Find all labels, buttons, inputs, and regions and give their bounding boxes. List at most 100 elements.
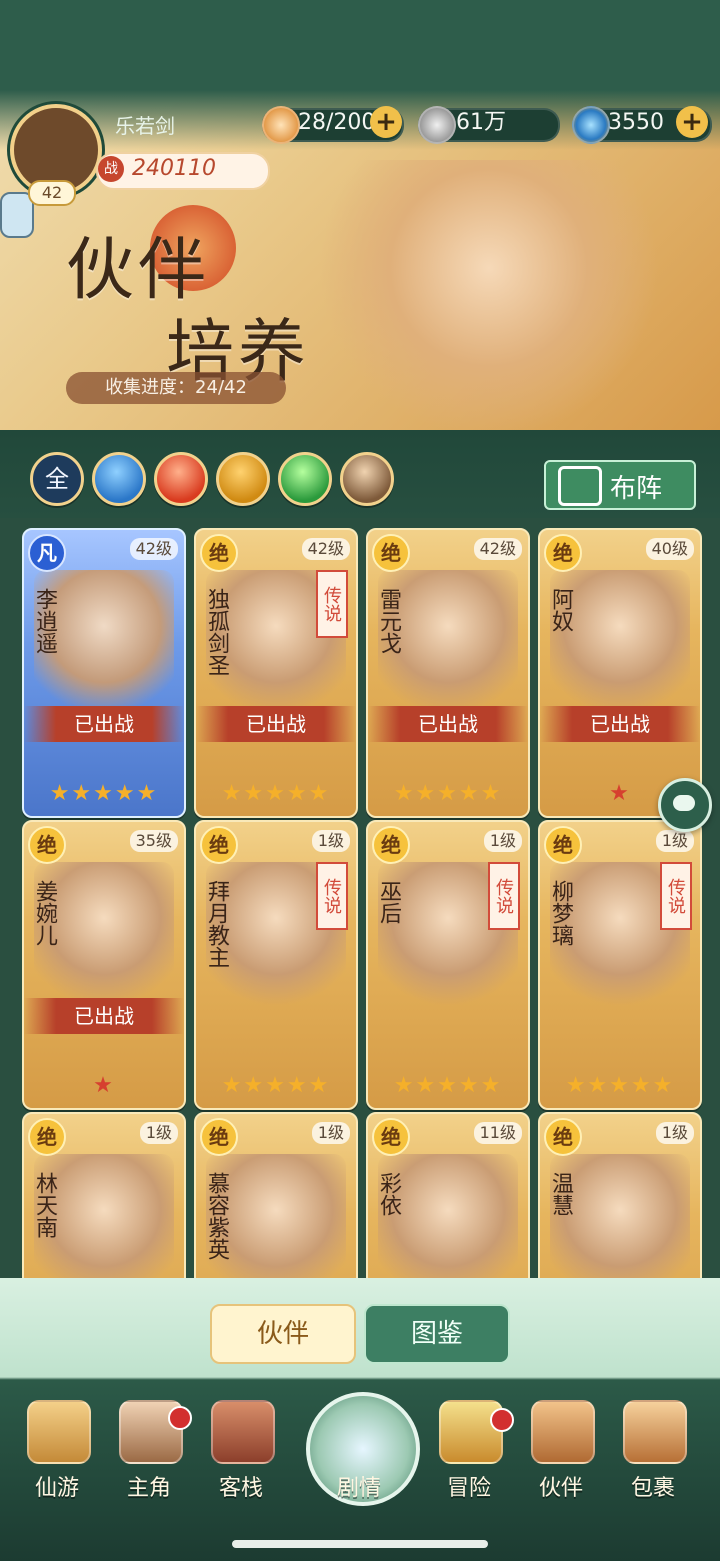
star-rating: ★★★★★ (221, 1073, 331, 1098)
player-name: 乐若剑 (115, 114, 175, 138)
collection-progress: 收集进度：24/42 (66, 372, 286, 404)
game-screen: { "player": { "name": "乐若剑", "level": "4… (0, 0, 720, 1561)
combat-power-value: 240110 (132, 156, 216, 181)
thunder-filter-icon[interactable] (216, 452, 270, 506)
companion-name: 独孤剑圣 (204, 588, 229, 676)
nav-label: 剧情 (336, 1476, 381, 1501)
rank-badge: 绝 (372, 534, 410, 572)
nav-item-companions[interactable]: 伙伴 (518, 1400, 604, 1510)
wind-filter-icon[interactable] (278, 452, 332, 506)
nav-item-inn[interactable]: 客栈 (198, 1400, 284, 1510)
companion-name: 柳梦璃 (548, 880, 573, 946)
companion-name: 雷元戈 (376, 588, 401, 654)
rank-badge: 绝 (200, 826, 238, 864)
add-stamina-button[interactable]: + (370, 106, 402, 138)
rank-badge: 绝 (200, 1118, 238, 1156)
nav-label: 冒险 (446, 1476, 491, 1501)
formation-label: 布阵 (610, 474, 663, 504)
companion-level: 42级 (301, 538, 350, 560)
star-rating: ★★★★★ (49, 781, 159, 806)
companion-card[interactable]: 绝 42级 雷元戈 已出战 ★★★★★ (366, 528, 530, 818)
companion-name: 姜婉儿 (32, 880, 57, 946)
jade-currency-icon (572, 106, 610, 144)
nav-item-story[interactable]: 剧情 (316, 1400, 402, 1510)
companion-name: 拜月教主 (204, 880, 229, 968)
legend-tag: 传说 (316, 570, 348, 638)
player-level: 42 (28, 180, 76, 206)
filter-all-button[interactable]: 全 (30, 452, 84, 506)
nav-label: 伙伴 (538, 1476, 583, 1501)
companion-card[interactable]: 绝 1级 巫后 传说 ★★★★★ (366, 820, 530, 1110)
companion-level: 40级 (645, 538, 694, 560)
star-rating: ★★★★★ (393, 781, 503, 806)
companion-name: 阿奴 (548, 588, 573, 632)
legend-tag: 传说 (488, 862, 520, 930)
nav-item-hero[interactable]: 主角 (106, 1400, 192, 1510)
companion-name: 慕容紫英 (204, 1172, 229, 1260)
rank-badge: 绝 (544, 826, 582, 864)
nav-label: 仙游 (34, 1476, 79, 1501)
nav-label: 客栈 (218, 1476, 263, 1501)
tab-companions[interactable]: 伙伴 (210, 1304, 356, 1364)
companion-level: 42级 (473, 538, 522, 560)
companion-card[interactable]: 凡 42级 李逍遥 已出战 ★★★★★ (22, 528, 186, 818)
companion-level: 1级 (655, 830, 694, 852)
rank-badge: 绝 (372, 1118, 410, 1156)
companion-card[interactable]: 绝 40级 阿奴 已出战 ★ (538, 528, 702, 818)
nav-item-xianyou[interactable]: 仙游 (14, 1400, 100, 1510)
companion-card[interactable]: 绝 35级 姜婉儿 已出战 ★ (22, 820, 186, 1110)
rank-badge: 绝 (28, 1118, 66, 1156)
companion-name: 温慧 (548, 1172, 573, 1216)
stamina-value: 28/200 (298, 110, 376, 135)
nav-label: 主角 (126, 1476, 171, 1501)
inn-icon (211, 1400, 275, 1464)
legend-tag: 传说 (316, 862, 348, 930)
notification-dot-icon (490, 1408, 514, 1432)
nav-item-adventure[interactable]: 冒险 (426, 1400, 514, 1510)
featured-companion-art (300, 160, 720, 430)
earth-filter-icon[interactable] (340, 452, 394, 506)
companion-card[interactable]: 绝 42级 独孤剑圣 传说 已出战 ★★★★★ (194, 528, 358, 818)
water-filter-icon[interactable] (92, 452, 146, 506)
companion-level: 42级 (129, 538, 178, 560)
steamed-bun-icon (262, 106, 300, 144)
companion-card[interactable]: 绝 1级 拜月教主 传说 ★★★★★ (194, 820, 358, 1110)
companion-level: 1级 (655, 1122, 694, 1144)
companion-name: 彩依 (376, 1172, 401, 1216)
home-indicator (232, 1540, 488, 1548)
companion-level: 1级 (139, 1122, 178, 1144)
formation-cube-icon (558, 466, 602, 506)
rank-badge: 凡 (28, 534, 66, 572)
add-jade-button[interactable]: + (676, 106, 708, 138)
fire-filter-icon[interactable] (154, 452, 208, 506)
nav-item-bag[interactable]: 包裹 (610, 1400, 696, 1510)
deployed-ribbon: 已出战 (24, 706, 184, 742)
companion-name: 李逍遥 (32, 588, 57, 654)
companion-level: 1级 (311, 1122, 350, 1144)
nav-label: 包裹 (630, 1476, 675, 1501)
legend-tag: 传说 (660, 862, 692, 930)
cards-icon (531, 1400, 595, 1464)
star-rating: ★ (93, 1073, 115, 1098)
rank-badge: 绝 (28, 826, 66, 864)
deployed-ribbon: 已出战 (24, 998, 184, 1034)
coins-value: 61万 (456, 110, 506, 135)
rank-badge: 绝 (544, 534, 582, 572)
chat-bubble-right-icon[interactable] (658, 778, 712, 832)
coin-icon (418, 106, 456, 144)
bag-icon (623, 1400, 687, 1464)
star-rating: ★★★★★ (565, 1073, 675, 1098)
companion-level: 35级 (129, 830, 178, 852)
deployed-ribbon: 已出战 (196, 706, 356, 742)
scroll-icon (27, 1400, 91, 1464)
rank-badge: 绝 (200, 534, 238, 572)
deployed-ribbon: 已出战 (540, 706, 700, 742)
rank-badge: 绝 (544, 1118, 582, 1156)
companion-name: 巫后 (376, 880, 401, 924)
companion-card[interactable]: 绝 1级 柳梦璃 传说 ★★★★★ (538, 820, 702, 1110)
tab-catalog[interactable]: 图鉴 (364, 1304, 510, 1364)
companion-level: 1级 (483, 830, 522, 852)
gourd-icon (439, 1400, 503, 1464)
filter-all-label: 全 (45, 465, 69, 493)
star-rating: ★★★★★ (393, 1073, 503, 1098)
